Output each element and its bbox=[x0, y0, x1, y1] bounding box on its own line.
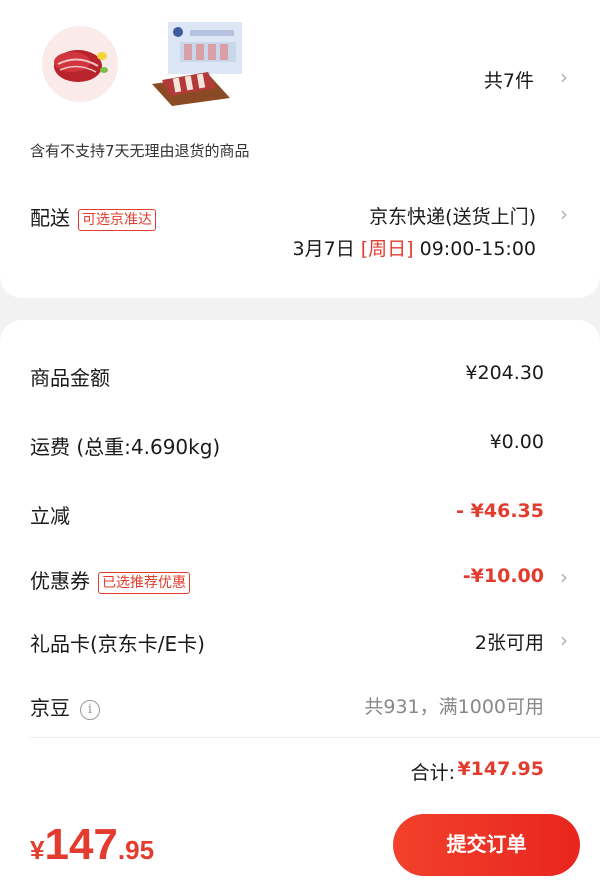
price-integer: 147 bbox=[44, 820, 118, 869]
instant-discount-value: - ¥46.35 bbox=[456, 500, 544, 522]
return-policy-notice: 含有不支持7天无理由退货的商品 bbox=[30, 142, 250, 160]
payable-amount: ¥147.95 bbox=[30, 820, 154, 870]
divider bbox=[30, 737, 600, 738]
jingdou-value: 共931，满1000可用 bbox=[364, 696, 544, 718]
chevron-right-icon[interactable]: › bbox=[560, 65, 568, 89]
delivery-date: 3月7日 bbox=[292, 238, 355, 260]
chevron-right-icon[interactable]: › bbox=[560, 202, 568, 226]
gift-card-value[interactable]: 2张可用 bbox=[475, 628, 544, 655]
delivery-method[interactable]: 京东快递(送货上门) bbox=[369, 202, 536, 229]
delivery-schedule[interactable]: 3月7日 [周日] 09:00-15:00 bbox=[293, 234, 536, 261]
shipping-fee-value: ¥0.00 bbox=[489, 431, 544, 453]
delivery-weekday: [周日] bbox=[360, 238, 414, 260]
product-thumbnail-beef-slices[interactable] bbox=[42, 26, 118, 102]
instant-discount-label: 立减 bbox=[30, 504, 70, 528]
delivery-label: 配送 bbox=[30, 206, 70, 230]
coupon-tag: 已选推荐优惠 bbox=[98, 571, 190, 594]
total-label: 合计: bbox=[410, 762, 455, 784]
beef-ribs-image bbox=[152, 22, 242, 106]
currency-symbol: ¥ bbox=[30, 835, 45, 865]
jingdou-row: 京豆 i bbox=[30, 692, 100, 721]
delivery-time-window: 09:00-15:00 bbox=[419, 238, 536, 260]
chevron-right-icon[interactable]: › bbox=[560, 628, 568, 652]
delivery-row: 配送 可选京准达 bbox=[30, 202, 156, 231]
total-value: ¥147.95 bbox=[457, 758, 544, 780]
submit-order-button[interactable]: 提交订单 bbox=[393, 814, 580, 876]
price-decimal: .95 bbox=[117, 835, 155, 865]
item-count[interactable]: 共7件 bbox=[484, 66, 534, 93]
beef-slices-image bbox=[54, 50, 108, 82]
shipping-fee-label: 运费 (总重:4.690kg) bbox=[30, 435, 221, 459]
coupon-row[interactable]: 优惠券 已选推荐优惠 bbox=[30, 565, 190, 594]
coupon-label: 优惠券 bbox=[30, 569, 90, 593]
gift-card-label[interactable]: 礼品卡(京东卡/E卡) bbox=[30, 628, 205, 657]
goods-amount-label: 商品金额 bbox=[30, 366, 110, 390]
jingdou-label: 京豆 bbox=[30, 696, 70, 720]
goods-amount-value: ¥204.30 bbox=[465, 362, 544, 384]
coupon-value[interactable]: -¥10.00 bbox=[463, 565, 544, 587]
delivery-option-tag[interactable]: 可选京准达 bbox=[78, 208, 156, 231]
info-icon[interactable]: i bbox=[80, 699, 100, 720]
product-thumbnail-beef-ribs[interactable] bbox=[150, 20, 246, 108]
chevron-right-icon[interactable]: › bbox=[560, 565, 568, 589]
